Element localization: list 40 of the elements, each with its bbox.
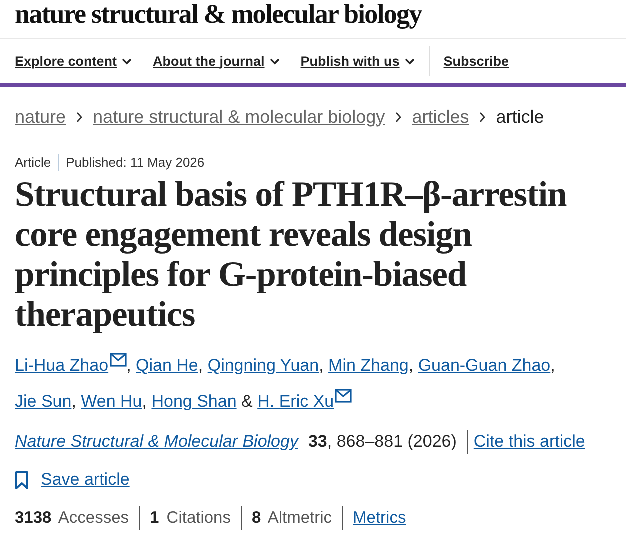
metrics-link[interactable]: Metrics: [353, 508, 406, 528]
chevron-down-icon: [270, 58, 280, 64]
author-link[interactable]: Hong Shan: [152, 392, 237, 411]
mail-icon[interactable]: [110, 353, 127, 367]
bookmark-icon[interactable]: [15, 470, 29, 490]
chevron-right-icon: [76, 112, 84, 122]
nav-link[interactable]: Subscribe: [444, 54, 510, 68]
author-link[interactable]: Qian He: [136, 356, 198, 375]
volume-number: 33: [308, 432, 328, 452]
nav-link[interactable]: Explore content: [15, 54, 132, 68]
breadcrumb-link[interactable]: nature structural & molecular biology: [93, 106, 386, 128]
save-article-link[interactable]: Save article: [41, 470, 130, 490]
author-link[interactable]: Jie Sun: [15, 392, 72, 411]
chevron-right-icon: [479, 112, 486, 122]
chevron-down-icon: [122, 58, 132, 64]
journal-link[interactable]: Nature Structural & Molecular Biology: [15, 432, 298, 452]
breadcrumb-link[interactable]: nature: [15, 106, 66, 128]
chevron-right-icon: [395, 112, 402, 122]
article-title: Structural basis of PTH1R–β-arrestin core engagement reveals design principles for G-protein-biased therapeutics: [15, 174, 568, 334]
cite-link[interactable]: Cite this article: [474, 432, 586, 452]
author-link[interactable]: Li-Hua Zhao: [15, 356, 109, 375]
publish-date: Published: 11 May 2026: [66, 155, 205, 170]
author-list: Li-Hua Zhao , Qian He, Qingning Yuan, Min Zhang, Guan-Guan Zhao, Jie Sun, Wen Hu, Hong Shan & H. Eric Xu: [15, 348, 611, 420]
metric-stat: 1 Citations: [150, 508, 231, 528]
nav-link[interactable]: Publish with us: [300, 54, 415, 68]
nav-link[interactable]: About the journal: [153, 54, 280, 68]
author-link[interactable]: Min Zhang: [328, 356, 409, 375]
mail-icon[interactable]: [335, 389, 352, 403]
article-type: Article: [15, 155, 52, 170]
journal-logo[interactable]: nature structural & molecular biology: [15, 0, 422, 30]
metric-stat: 8 Altmetric: [252, 508, 332, 528]
author-link[interactable]: H. Eric Xu: [258, 392, 334, 411]
breadcrumb-current: article: [496, 106, 544, 128]
breadcrumb-link[interactable]: articles: [412, 106, 470, 128]
author-link[interactable]: Wen Hu: [81, 392, 142, 411]
metric-stat: 3138 Accesses: [15, 508, 130, 528]
author-link[interactable]: Qingning Yuan: [208, 356, 320, 375]
chevron-down-icon: [404, 58, 415, 64]
author-link[interactable]: Guan-Guan Zhao: [418, 356, 551, 375]
page-range: , 868–881 (2026): [327, 432, 457, 452]
